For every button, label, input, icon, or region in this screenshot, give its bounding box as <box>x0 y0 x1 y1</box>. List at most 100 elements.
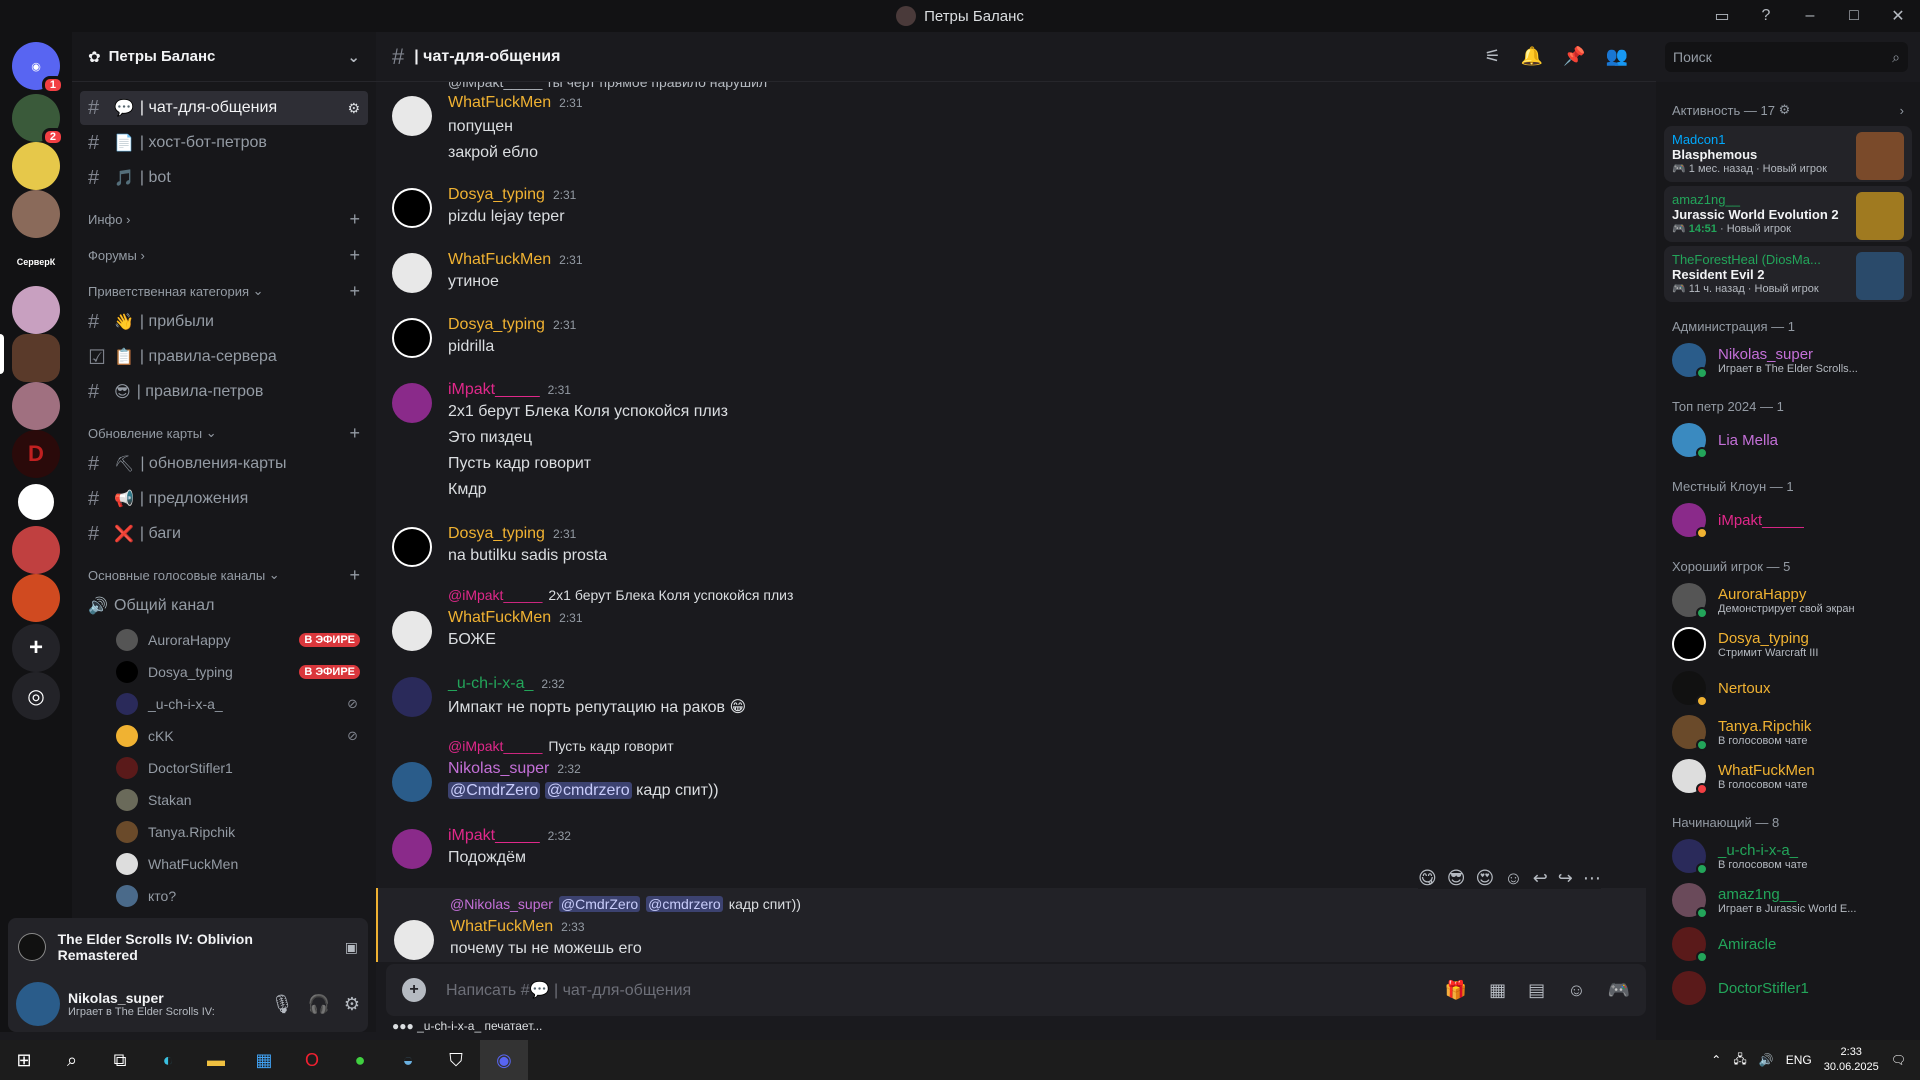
author-name[interactable]: Dosya_typing <box>448 186 545 204</box>
channel-petr-rules[interactable]: # 😎 | правила-петров <box>80 375 368 409</box>
sticker-icon[interactable]: ▤ <box>1528 980 1545 1001</box>
author-name[interactable]: Dosya_typing <box>448 316 545 334</box>
add-server-button[interactable]: + <box>12 624 60 672</box>
emoji-icon[interactable]: ☺ <box>1567 980 1585 1001</box>
voice-user[interactable]: Tanya.Ripchik <box>80 816 368 848</box>
channel-host-bot[interactable]: # 📄 | хост-бот-петров <box>80 126 368 160</box>
reply-icon[interactable]: ↩ <box>1533 868 1548 889</box>
task-view-button[interactable]: ⧉ <box>96 1040 144 1080</box>
opera-gx-app[interactable]: ● <box>336 1040 384 1080</box>
gift-icon[interactable]: 🎁 <box>1445 980 1467 1001</box>
notification-icon[interactable]: 🗨 <box>1891 1053 1906 1067</box>
message-hovered[interactable]: @Nikolas_super @CmdrZero @cmdrzero кадр спи… <box>376 888 1646 962</box>
store-app[interactable]: ▦ <box>240 1040 288 1080</box>
microphone-icon[interactable]: 🎙 <box>271 994 294 1015</box>
members-icon[interactable]: 👥 <box>1606 46 1628 67</box>
gear-icon[interactable]: ⚙ <box>344 994 360 1015</box>
member-item[interactable]: Lia Mella <box>1656 418 1920 462</box>
server-header[interactable]: ✿ Петры Баланс ⌄ <box>72 32 376 82</box>
member-item[interactable]: Tanya.Ripchik В голосовом чате <box>1656 710 1920 754</box>
opera-app[interactable]: O <box>288 1040 336 1080</box>
add-channel-icon[interactable]: + <box>349 565 360 586</box>
author-name[interactable]: WhatFuckMen <box>448 94 551 112</box>
activity-card[interactable]: amaz1ng__ Jurassic World Evolution 2 🎮 1… <box>1664 186 1912 242</box>
category-voice[interactable]: Основные голосовые каналы ⌄ + <box>80 552 368 588</box>
server-icon[interactable] <box>12 190 60 238</box>
reply-preview[interactable]: @iMpakt_____ ты черт прямое правило нару… <box>448 82 767 90</box>
category-forums[interactable]: Форумы › + <box>80 232 368 268</box>
activity-card[interactable]: Madcon1 Blasphemous 🎮 1 мес. назад · Нов… <box>1664 126 1912 182</box>
attach-plus-icon[interactable]: + <box>402 978 426 1002</box>
avatar[interactable] <box>392 829 432 869</box>
channel-bugs[interactable]: # ❌ | баги <box>80 517 368 551</box>
edge-app[interactable]: ◐ <box>144 1040 192 1080</box>
direct-messages-button[interactable]: ◉ 1 <box>12 42 64 94</box>
avatar[interactable] <box>392 677 432 717</box>
server-icon[interactable] <box>12 142 60 190</box>
add-channel-icon[interactable]: + <box>349 245 360 266</box>
avatar[interactable] <box>392 383 432 423</box>
chevron-right-icon[interactable]: › <box>1900 103 1904 118</box>
gif-icon[interactable]: ▦ <box>1489 980 1506 1001</box>
reply-preview[interactable]: @iMpakt_____ Пусть кадр говорит <box>448 738 674 754</box>
avatar[interactable] <box>392 762 432 802</box>
clock[interactable]: 2:33 30.06.2025 <box>1824 1045 1879 1075</box>
maximize-button[interactable]: □ <box>1832 7 1876 25</box>
bell-icon[interactable]: 🔔 <box>1521 46 1543 67</box>
close-button[interactable]: ✕ <box>1876 6 1920 26</box>
voice-channel-general[interactable]: 🔊 Общий канал <box>80 589 368 623</box>
author-name[interactable]: WhatFuckMen <box>450 918 553 936</box>
channel-arrivals[interactable]: # 👋 | прибыли <box>80 305 368 339</box>
add-reaction-icon[interactable]: ☺ <box>1504 868 1522 889</box>
server-icon[interactable]: 2 <box>12 94 64 146</box>
user-mention[interactable]: @cmdrzero <box>544 782 632 799</box>
avatar[interactable] <box>392 527 432 567</box>
author-name[interactable]: _u-ch-i-x-a_ <box>448 675 533 693</box>
search-input[interactable]: Поиск ⌕ <box>1665 42 1908 72</box>
channel-map-updates[interactable]: # ⛏ | обновления-карты <box>80 447 368 481</box>
member-item[interactable]: amaz1ng__ Играет в Jurassic World E... <box>1656 878 1920 922</box>
avatar[interactable] <box>16 982 60 1026</box>
reaction-icon[interactable]: 😍 <box>1476 868 1495 889</box>
voice-user[interactable]: кто? <box>80 880 368 912</box>
member-item[interactable]: AuroraHappy Демонстрирует свой экран <box>1656 578 1920 622</box>
chevron-up-icon[interactable]: ⌃ <box>1711 1053 1721 1067</box>
screen-share-icon[interactable]: ▣ <box>345 939 358 956</box>
activity-card[interactable]: TheForestHeal (DiosMa... Resident Evil 2… <box>1664 246 1912 302</box>
oblivion-app[interactable]: ⛉ <box>432 1040 480 1080</box>
reply-preview[interactable]: @iMpakt_____ 2х1 берут Блека Коля успокой… <box>448 587 793 603</box>
author-name[interactable]: iMpakt_____ <box>448 381 540 399</box>
avatar[interactable] <box>394 920 434 960</box>
threads-icon[interactable]: ⚟ <box>1485 46 1501 67</box>
member-item[interactable]: Nikolas_super Играет в The Elder Scrolls.… <box>1656 338 1920 382</box>
server-icon[interactable]: D <box>12 430 60 478</box>
channel-suggestions[interactable]: # 📢 | предложения <box>80 482 368 516</box>
add-channel-icon[interactable]: + <box>349 423 360 444</box>
reply-preview[interactable]: @Nikolas_super @CmdrZero @cmdrzero кадр спи… <box>450 896 801 912</box>
author-name[interactable]: WhatFuckMen <box>448 609 551 627</box>
server-icon-active[interactable] <box>12 334 60 382</box>
volume-icon[interactable]: 🔊 <box>1759 1053 1774 1067</box>
explorer-app[interactable]: ▬ <box>192 1040 240 1080</box>
reaction-icon[interactable]: 😋 <box>1418 868 1437 889</box>
server-icon[interactable] <box>12 478 60 526</box>
user-mention[interactable]: @CmdrZero <box>448 782 541 799</box>
voice-user[interactable]: WhatFuckMen <box>80 848 368 880</box>
add-channel-icon[interactable]: + <box>349 209 360 230</box>
channel-bot[interactable]: # 🎵 | bot <box>80 161 368 195</box>
member-item[interactable]: Amiracle <box>1656 922 1920 966</box>
voice-user[interactable]: Stakan <box>80 784 368 816</box>
voice-user[interactable]: Dosya_typing В ЭФИРЕ <box>80 656 368 688</box>
server-icon[interactable] <box>12 286 60 334</box>
server-icon[interactable] <box>12 526 60 574</box>
help-icon[interactable]: ? <box>1744 7 1788 25</box>
start-button[interactable]: ⊞ <box>0 1040 48 1080</box>
author-name[interactable]: iMpakt_____ <box>448 827 540 845</box>
message-input[interactable]: + Написать #💬 | чат-для-общения 🎁 ▦ ▤ ☺ … <box>386 964 1646 1016</box>
author-name[interactable]: Dosya_typing <box>448 525 545 543</box>
language-indicator[interactable]: ENG <box>1786 1053 1812 1067</box>
steam-app[interactable]: ◒ <box>384 1040 432 1080</box>
member-item[interactable]: iMpakt_____ <box>1656 498 1920 542</box>
minimize-button[interactable]: – <box>1788 7 1832 25</box>
reaction-icon[interactable]: 😎 <box>1447 868 1466 889</box>
